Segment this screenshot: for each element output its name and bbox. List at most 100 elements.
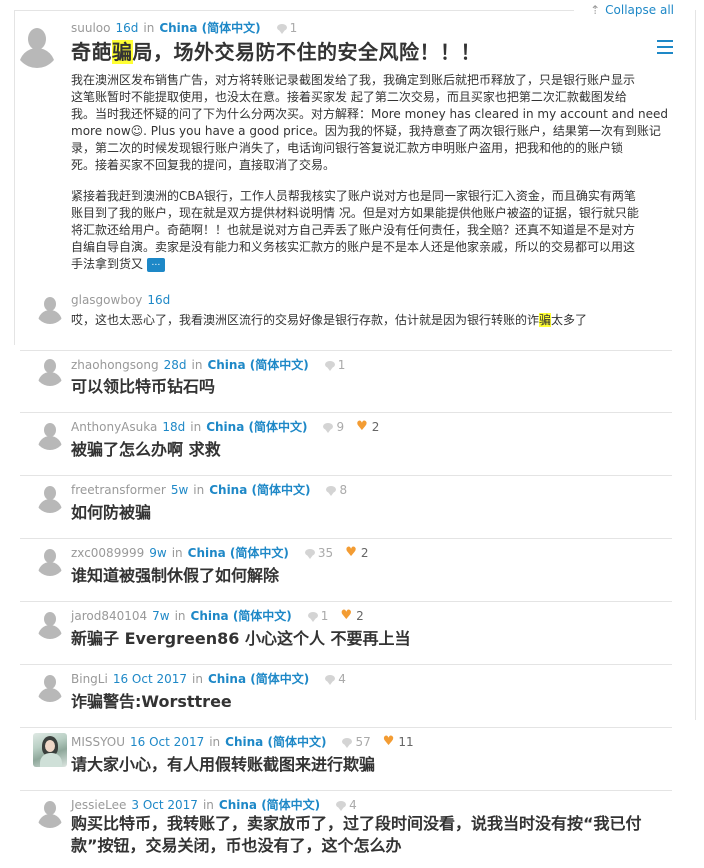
reply-author[interactable]: glasgowboy bbox=[71, 293, 142, 307]
thread-title-line: 购买比特币，我转账了，卖家放币了，过了段时间没看，说我当时没有按“我已付 bbox=[71, 814, 642, 833]
thread-meta: BingLi 16 Oct 2017 in China (简体中文) 4 bbox=[71, 670, 346, 687]
thread-time[interactable]: 16 Oct 2017 bbox=[130, 735, 204, 749]
thread-author[interactable]: zxc0089999 bbox=[71, 546, 144, 560]
post-author[interactable]: suuloo bbox=[71, 21, 110, 35]
post-time[interactable]: 16d bbox=[115, 21, 138, 35]
divider bbox=[20, 475, 672, 476]
post-meta: suuloo 16d in China (简体中文) 1 bbox=[71, 19, 297, 36]
like-count-value: 2 bbox=[356, 608, 364, 623]
comment-icon bbox=[325, 675, 336, 685]
thread-author[interactable]: BingLi bbox=[71, 672, 108, 686]
avatar[interactable] bbox=[15, 24, 59, 68]
avatar[interactable] bbox=[35, 294, 65, 324]
avatar[interactable] bbox=[35, 546, 65, 576]
heart-icon: ♥ bbox=[340, 608, 353, 623]
thread-title[interactable]: 谁知道被强制休假了如何解除 bbox=[71, 562, 279, 586]
thread-title[interactable]: 如何防被骗 bbox=[71, 499, 151, 523]
comment-count: 1 bbox=[276, 21, 297, 35]
thread-author[interactable]: freetransformer bbox=[71, 483, 166, 497]
post-title-part: 奇葩 bbox=[71, 40, 112, 64]
avatar[interactable] bbox=[35, 356, 65, 386]
like-count: ♥ 2 bbox=[356, 419, 379, 434]
thread-time[interactable]: 7w bbox=[152, 609, 169, 623]
post-body-line: 将汇款还给用户。奇葩啊！！也就是说对方自己弄丢了账户没有任何责任，我全赔？还真不… bbox=[71, 223, 636, 237]
reply-time[interactable]: 16d bbox=[147, 293, 170, 307]
divider bbox=[20, 601, 672, 602]
divider bbox=[20, 664, 672, 665]
thread-category[interactable]: China (简体中文) bbox=[206, 418, 307, 435]
comment-count: 1 bbox=[324, 358, 345, 372]
thread-author[interactable]: jarod840104 bbox=[71, 609, 147, 623]
comment-count-value: 4 bbox=[338, 671, 346, 686]
comment-count: 8 bbox=[326, 483, 347, 497]
post-category[interactable]: China (简体中文) bbox=[159, 19, 260, 36]
avatar[interactable] bbox=[35, 609, 65, 639]
comment-icon bbox=[326, 486, 337, 496]
avatar[interactable] bbox=[35, 798, 65, 828]
avatar[interactable] bbox=[35, 483, 65, 513]
comment-count-value: 4 bbox=[349, 797, 357, 812]
thread-category[interactable]: China (简体中文) bbox=[219, 796, 320, 813]
heart-icon: ♥ bbox=[345, 545, 357, 560]
thread-title[interactable]: 可以领比特币钻石吗 bbox=[71, 373, 215, 397]
thread-title[interactable]: 购买比特币，我转账了，卖家放币了，过了段时间没看，说我当时没有按“我已付 款”按… bbox=[71, 813, 642, 857]
thread-title[interactable]: 请大家小心，有人用假转账截图来进行欺骗 bbox=[71, 751, 375, 775]
thread-category[interactable]: China (简体中文) bbox=[225, 733, 326, 750]
thread-time[interactable]: 9w bbox=[149, 546, 166, 560]
thread-title[interactable]: 诈骗警告:Worsttree bbox=[71, 688, 232, 712]
thread-category[interactable]: China (简体中文) bbox=[208, 670, 309, 687]
thread-in: in bbox=[190, 419, 202, 434]
thread-time[interactable]: 18d bbox=[162, 420, 185, 434]
thread-author[interactable]: zhaohongsong bbox=[71, 358, 159, 372]
thread-category[interactable]: China (简体中文) bbox=[191, 607, 292, 624]
thread-in: in bbox=[174, 608, 186, 623]
thread-category[interactable]: China (简体中文) bbox=[188, 544, 289, 561]
comment-icon bbox=[323, 423, 334, 433]
heart-icon: ♥ bbox=[356, 419, 368, 434]
thread-author[interactable]: MISSYOU bbox=[71, 735, 125, 749]
post-body-line: 我。当时我还怀疑的问了下为什么分两次买。对方解释：More money has … bbox=[71, 107, 669, 121]
divider bbox=[20, 727, 672, 728]
comment-icon bbox=[336, 801, 347, 811]
post-title-highlight: 骗 bbox=[112, 40, 133, 64]
divider bbox=[20, 350, 672, 351]
thread-title[interactable]: 新骗子 Evergreen86 小心这个人 不要再上当 bbox=[71, 625, 411, 649]
post-body-line: 我在澳洲区发布销售广告，对方将转账记录截图发给了我，我确定到账后就把币释放了，只… bbox=[71, 73, 636, 87]
post-body-line: 紧接着我赶到澳洲的CBA银行，工作人员帮我核实了账户说对方也是同一家银行汇入资金… bbox=[71, 189, 636, 203]
reply-meta: glasgowboy 16d bbox=[71, 293, 170, 307]
comment-count-value: 1 bbox=[320, 608, 329, 623]
avatar[interactable] bbox=[35, 420, 65, 450]
thread-time[interactable]: 28d bbox=[164, 358, 187, 372]
avatar[interactable] bbox=[35, 672, 65, 702]
post-body-line: 手法拿到货又 bbox=[71, 257, 144, 271]
thread-author[interactable]: JessieLee bbox=[71, 798, 126, 812]
divider bbox=[20, 412, 672, 413]
collapse-all-link[interactable]: ⇡ Collapse all bbox=[590, 3, 674, 17]
post-title-part: 局，场外交易防不住的安全风险！！！ bbox=[132, 40, 481, 64]
thread-time[interactable]: 3 Oct 2017 bbox=[131, 798, 198, 812]
post-title[interactable]: 奇葩骗局，场外交易防不住的安全风险！！！ bbox=[71, 36, 481, 65]
thread-time[interactable]: 5w bbox=[171, 483, 188, 497]
thread-in: in bbox=[209, 734, 221, 749]
comment-count: 35 bbox=[304, 545, 334, 560]
comment-icon bbox=[342, 738, 353, 748]
comment-count: 9 bbox=[323, 420, 344, 434]
expand-more-button[interactable]: … bbox=[146, 257, 165, 272]
hamburger-menu-icon[interactable] bbox=[657, 40, 673, 54]
comment-count-value: 35 bbox=[317, 545, 334, 560]
thread-author[interactable]: AnthonyAsuka bbox=[71, 420, 157, 434]
avatar-photo[interactable] bbox=[33, 733, 67, 767]
comment-icon bbox=[304, 549, 315, 559]
reply-text-part: 哎，这也太恶心了，我看澳洲区流行的交易好像是银行存款，估计就是因为银行转账的诈 bbox=[71, 313, 540, 327]
post-body-line: 自编自导自演。卖家是没有能力和义务核实汇款方的账户是不是本人还是他家亲戚，所以的… bbox=[71, 240, 636, 254]
thread-category[interactable]: China (简体中文) bbox=[209, 481, 310, 498]
comment-count-value: 9 bbox=[336, 419, 345, 434]
thread-title[interactable]: 被骗了怎么办啊 求救 bbox=[71, 436, 221, 460]
post-body-line: more now☺. Plus you have a good price。因为… bbox=[71, 124, 661, 138]
comment-icon bbox=[324, 361, 335, 371]
comment-count-value: 8 bbox=[339, 482, 348, 497]
thread-time[interactable]: 16 Oct 2017 bbox=[113, 672, 187, 686]
reply-text-part: 太多了 bbox=[551, 313, 588, 327]
thread-category[interactable]: China (简体中文) bbox=[207, 356, 308, 373]
post-body-line: 死。接着买家不回复我的提问，直接取消了交易。 bbox=[71, 158, 336, 172]
